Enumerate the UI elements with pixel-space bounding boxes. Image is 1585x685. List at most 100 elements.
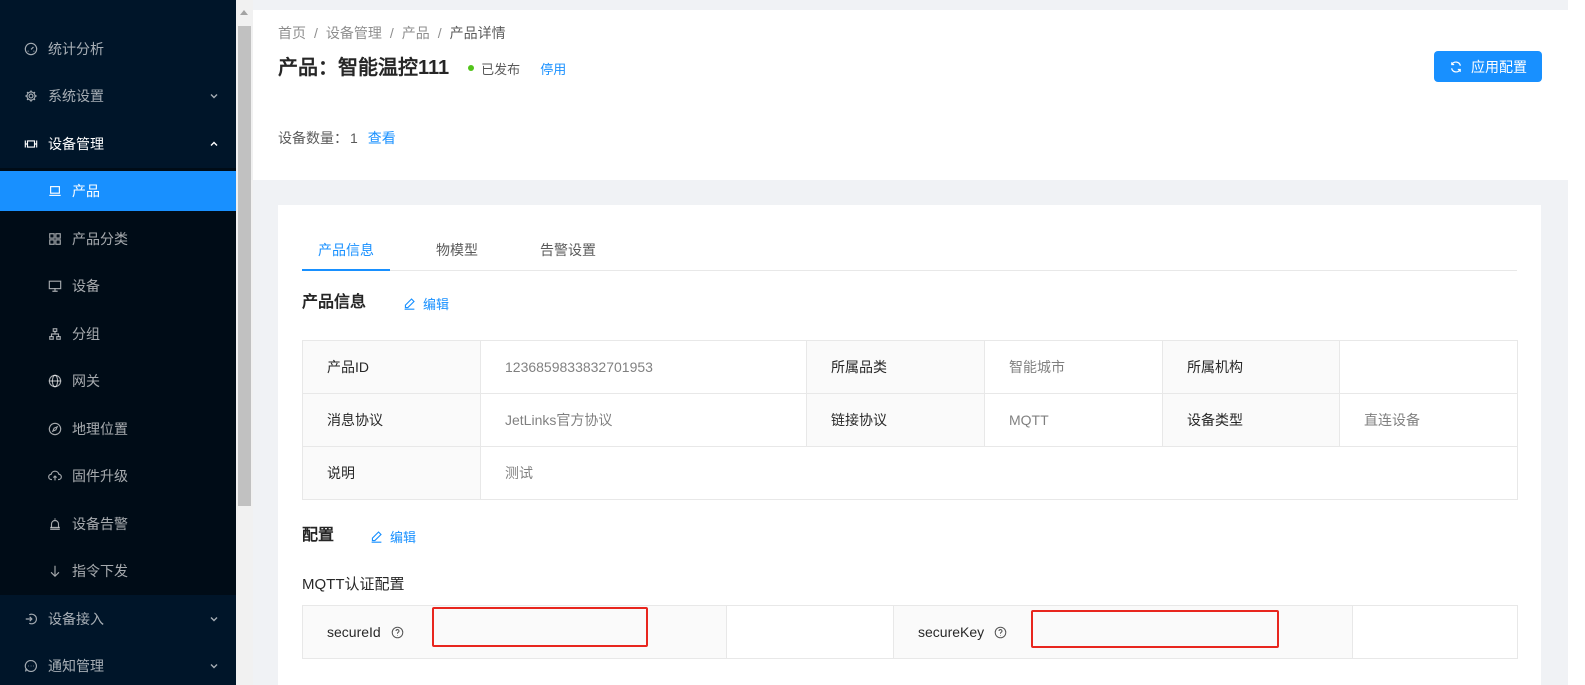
product-info-table: 产品ID 1236859833832701953 所属品类 智能城市 所属机构 … [302, 340, 1518, 500]
scroll-up-arrow-icon[interactable] [240, 10, 248, 15]
menu-item-label: 设备 [72, 278, 100, 295]
menu-item-device[interactable]: 设备 [0, 263, 236, 311]
menu-item-device-access[interactable]: 设备接入 [0, 595, 236, 643]
menu-item-content: 分组 [0, 314, 236, 354]
menu-item-location[interactable]: 地理位置 [0, 405, 236, 453]
breadcrumb-separator: / [314, 25, 318, 41]
device-management-icon [24, 137, 38, 151]
menu-item-system-settings[interactable]: 系统设置 [0, 73, 236, 121]
scrollbar-thumb[interactable] [238, 26, 251, 506]
label-description: 说明 [302, 446, 481, 500]
label-category: 所属品类 [806, 340, 985, 394]
label-message-protocol: 消息协议 [302, 393, 481, 447]
tab-alarm-settings[interactable]: 告警设置 [524, 230, 612, 270]
menu-item-label: 设备管理 [48, 135, 104, 152]
value-description: 测试 [480, 446, 1518, 500]
menu-item-notification[interactable]: 通知管理 [0, 643, 236, 685]
table-row: 消息协议 JetLinks官方协议 链接协议 MQTT 设备类型 直连设备 [302, 393, 1518, 447]
value-category: 智能城市 [984, 340, 1163, 394]
tab-thing-model[interactable]: 物模型 [420, 230, 494, 270]
menu-item-label: 设备告警 [72, 515, 128, 532]
device-count-label: 设备数量： [278, 130, 348, 146]
breadcrumb-item-product[interactable]: 产品 [402, 22, 430, 44]
table-row: 产品ID 1236859833832701953 所属品类 智能城市 所属机构 [302, 340, 1518, 394]
global-icon [48, 374, 62, 388]
cluster-icon [48, 327, 62, 341]
view-devices-link[interactable]: 查看 [368, 127, 396, 149]
menu-item-label: 指令下发 [72, 563, 128, 580]
menu-item-content: 设备告警 [0, 504, 236, 544]
setting-icon [24, 89, 38, 103]
label-organization: 所属机构 [1162, 340, 1340, 394]
cloud-upload-icon [48, 469, 62, 483]
chevron-down-icon [209, 91, 219, 101]
status-dot [468, 65, 475, 71]
breadcrumb: 首页 / 设备管理 / 产品 / 产品详情 [278, 22, 506, 44]
edit-product-info-button[interactable]: 编辑 [403, 294, 449, 313]
menu-item-label: 统计分析 [48, 40, 104, 57]
menu-item-statistics[interactable]: 统计分析 [0, 25, 236, 73]
menu-item-content: 产品 [0, 171, 236, 212]
menu-item-content: 设备管理 [0, 124, 236, 164]
device-count: 设备数量： 1 查看 [278, 127, 396, 149]
title-bar: 产品：智能温控111 已发布 停用 [278, 54, 566, 82]
question-circle-icon[interactable] [391, 626, 404, 639]
content-card: 产品信息 物模型 告警设置 产品信息 编辑 产品ID 1236859833832… [278, 205, 1541, 685]
menu-item-product[interactable]: 产品 [0, 168, 236, 216]
mqtt-auth-config-title: MQTT认证配置 [302, 576, 405, 593]
value-product-id: 1236859833832701953 [480, 340, 807, 394]
annotation-box-secure-id [432, 607, 648, 647]
edit-icon [370, 530, 383, 543]
edit-config-button[interactable]: 编辑 [370, 527, 416, 546]
apply-config-button[interactable]: 应用配置 [1434, 51, 1542, 82]
menu-item-product-category[interactable]: 产品分类 [0, 215, 236, 263]
menu-item-content: 地理位置 [0, 409, 236, 449]
value-secure-id [726, 605, 894, 659]
menu-item-device-management[interactable]: 设备管理 [0, 120, 236, 168]
tab-ink-bar [302, 269, 390, 271]
menu-item-label: 固件升级 [72, 468, 128, 485]
menu-item-label: 分组 [72, 325, 100, 342]
page-scrollbar-track[interactable] [1568, 0, 1585, 685]
label-transport-protocol: 链接协议 [806, 393, 985, 447]
secure-key-label: secureKey [918, 624, 985, 640]
value-organization [1339, 340, 1518, 394]
menu-item-label: 产品分类 [72, 230, 128, 247]
sidebar-scrollbar[interactable] [236, 0, 253, 685]
breadcrumb-item-product-detail: 产品详情 [449, 25, 506, 41]
label-product-id: 产品ID [302, 340, 481, 394]
laptop-icon [48, 184, 62, 198]
edit-icon [403, 297, 416, 310]
label-device-type: 设备类型 [1162, 393, 1340, 447]
question-circle-icon[interactable] [994, 626, 1007, 639]
value-transport-protocol: MQTT [984, 393, 1163, 447]
menu-item-label: 产品 [72, 183, 100, 200]
compass-icon [48, 422, 62, 436]
chevron-down-icon [209, 614, 219, 624]
menu-item-gateway[interactable]: 网关 [0, 358, 236, 406]
status-badge: 已发布 [468, 59, 520, 78]
desktop-icon [48, 279, 62, 293]
menu-item-device-alarm[interactable]: 设备告警 [0, 500, 236, 548]
disable-link[interactable]: 停用 [540, 59, 566, 78]
config-section-header: 配置 编辑 [302, 524, 416, 548]
tab-product-info[interactable]: 产品信息 [302, 230, 390, 271]
value-secure-key [1352, 605, 1518, 659]
tab-bar: 产品信息 物模型 告警设置 [302, 230, 1517, 271]
menu-item-content: 统计分析 [0, 29, 236, 69]
menu-item-label: 地理位置 [72, 420, 128, 437]
chevron-down-icon [209, 661, 219, 671]
status-text: 已发布 [481, 61, 521, 77]
breadcrumb-item-device-management[interactable]: 设备管理 [326, 22, 382, 44]
breadcrumb-item-home[interactable]: 首页 [278, 22, 306, 44]
arrow-down-icon [48, 564, 62, 578]
edit-label: 编辑 [423, 296, 450, 312]
menu-item-content: 网关 [0, 361, 236, 401]
menu-item-content: 设备 [0, 266, 236, 306]
menu-item-firmware-upgrade[interactable]: 固件升级 [0, 453, 236, 501]
message-icon [24, 659, 38, 673]
menu-item-command-dispatch[interactable]: 指令下发 [0, 548, 236, 596]
menu-item-group[interactable]: 分组 [0, 310, 236, 358]
label-with-help: secureKey [918, 624, 1007, 640]
menu-item-content: 设备接入 [0, 599, 236, 639]
